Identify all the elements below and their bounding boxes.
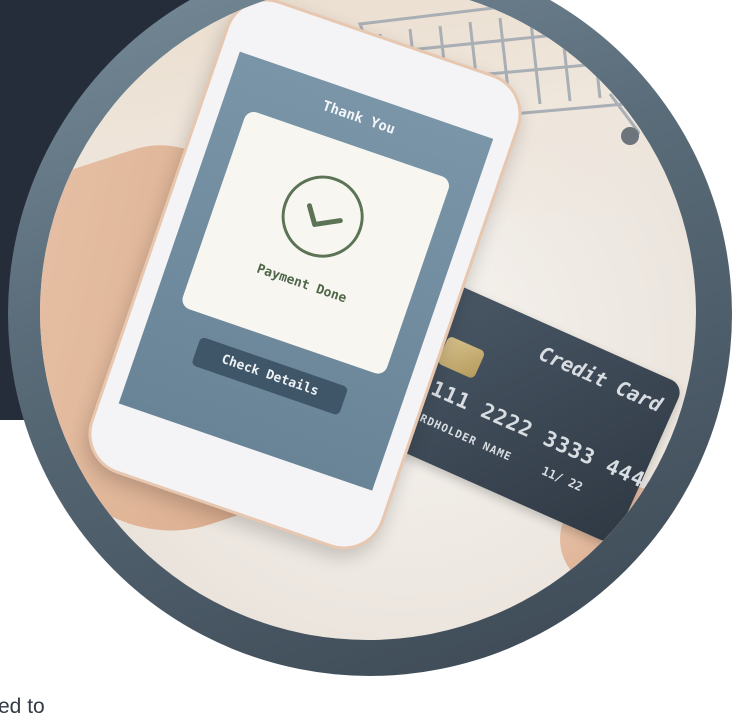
payment-photo: Credit Card 1111 2222 3333 4444 CARDHOLD… [40,0,696,640]
caption-text: ed to [0,695,45,718]
checkmark-icon [270,164,375,269]
payment-confirmation-card: Payment Done [179,109,452,377]
card-title: Credit Card [535,341,667,417]
payment-status: Payment Done [254,261,349,307]
card-expiry: 11/ 22 [539,463,585,495]
